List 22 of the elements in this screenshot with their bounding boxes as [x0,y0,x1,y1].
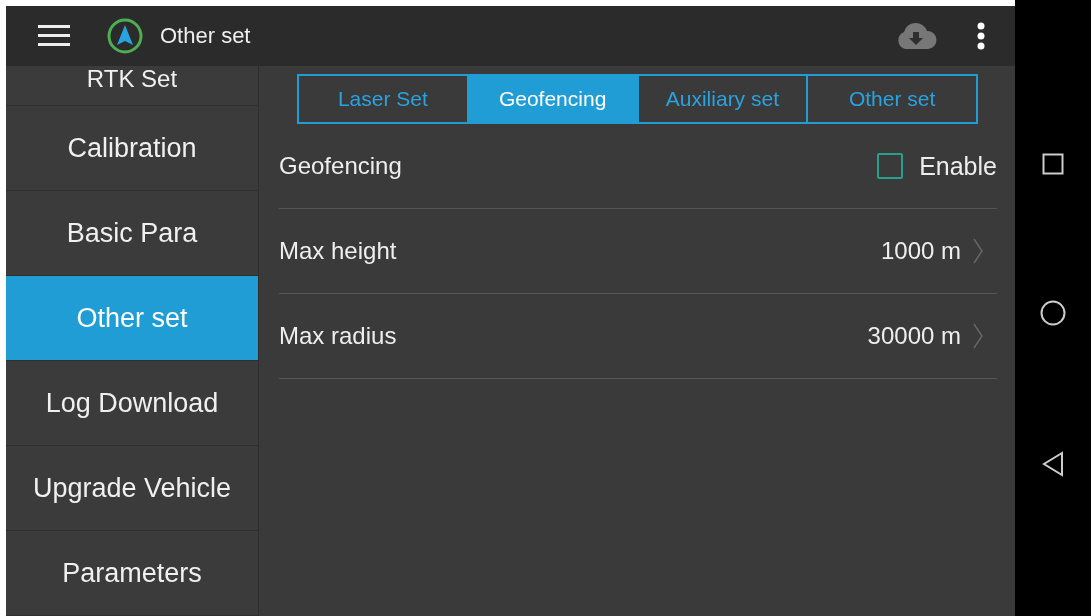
setting-value[interactable]: 1000 m [880,237,961,265]
setting-label: Geofencing [279,152,403,180]
sidebar-item[interactable]: Upgrade Vehicle [6,446,258,531]
tab[interactable]: Other set [806,76,976,122]
tab[interactable]: Auxiliary set [636,76,807,122]
tab[interactable]: Laser Set [299,76,467,122]
sidebar-item[interactable]: Calibration [6,106,258,191]
screen-title: Other set [160,23,251,49]
more-options-icon[interactable] [977,22,985,50]
cloud-download-icon[interactable] [895,22,937,50]
setting-label: Max height [279,237,398,265]
sidebar-item[interactable]: Parameters [6,531,258,616]
checkbox-label: Enable [919,151,997,181]
setting-value[interactable]: 30000 m [867,322,961,350]
sidebar-item[interactable]: RTK Set [6,66,258,106]
menu-icon[interactable] [38,25,70,47]
setting-label: Max radius [279,322,398,350]
recent-apps-icon[interactable] [1042,153,1064,175]
back-icon[interactable] [1042,451,1064,477]
enable-checkbox[interactable] [877,153,904,179]
sidebar-item[interactable]: Log Download [6,361,258,446]
home-icon[interactable] [1040,300,1066,326]
